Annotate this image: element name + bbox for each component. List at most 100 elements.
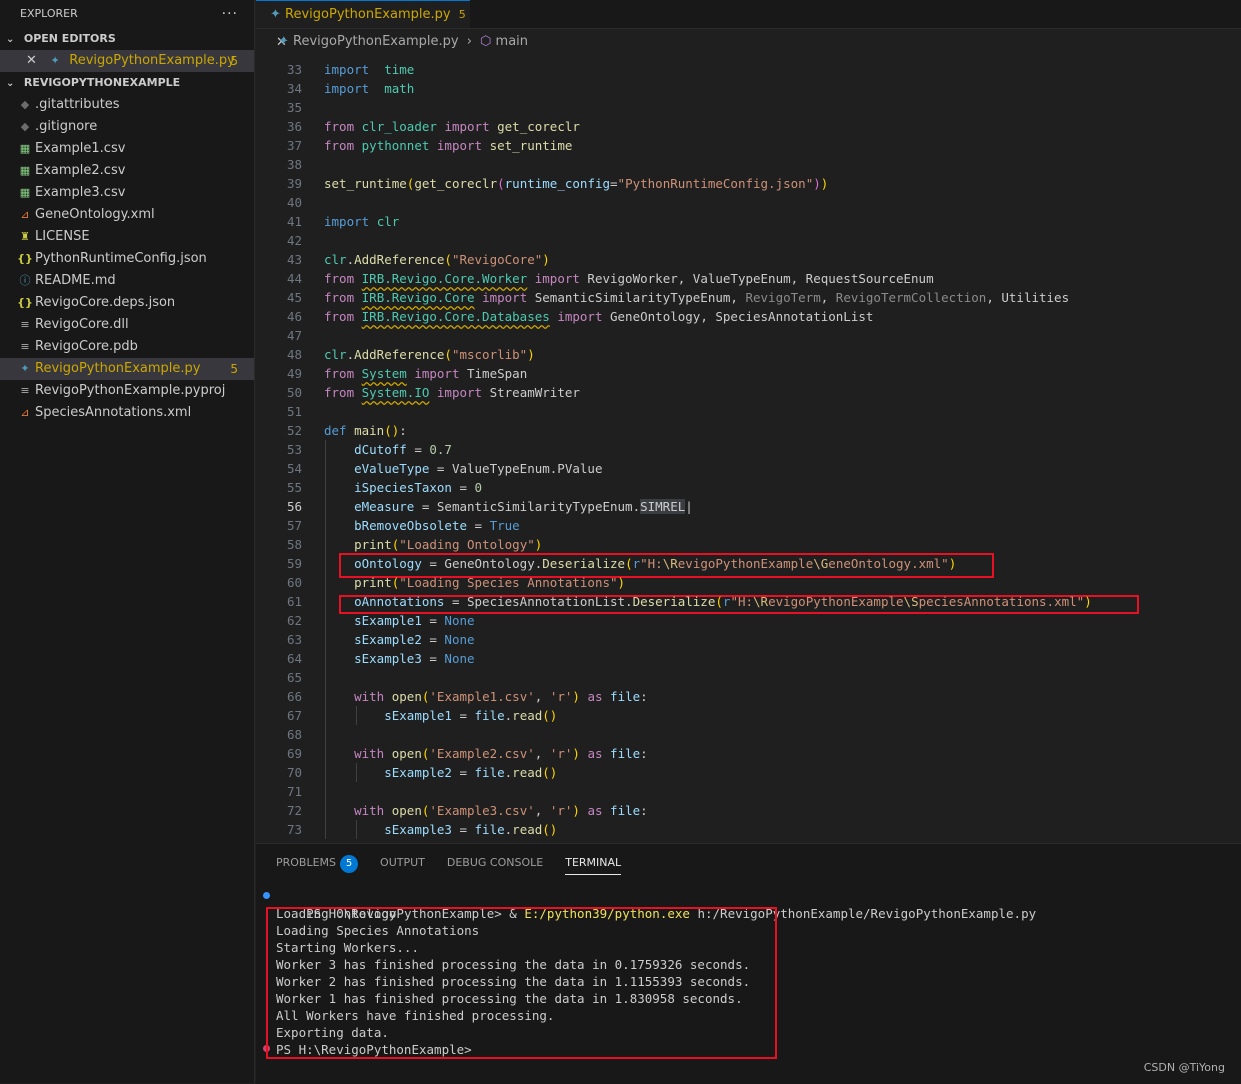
code-token: 'r' [549,689,573,704]
code-line: clr.AddReference("RevigoCore") [324,250,550,269]
file-item[interactable]: ⊿ SpeciesAnnotations.xml [0,402,254,424]
line-number: 69 [286,746,302,761]
code-token: = [421,613,445,628]
file-item[interactable]: ◆ .gitignore [0,116,254,138]
breadcrumb-symbol[interactable]: main [496,34,528,49]
code-token: pythonnet [361,138,430,153]
file-name: SpeciesAnnotations.xml [35,405,192,420]
code-token: read [512,708,543,723]
file-item[interactable]: ⊿ GeneOntology.xml [0,204,254,226]
code-token: "PythonRuntimeConfig.json" [617,176,814,191]
code-token: = [451,708,475,723]
prompt-status-icon [263,1045,270,1052]
open-editors-header[interactable]: ⌄ OPEN EDITORS [0,28,254,50]
code-line: from IRB.Revigo.Core.Worker import Revig… [324,269,934,288]
rss-icon: ⊿ [20,208,30,221]
file-item[interactable]: ≡ RevigoCore.pdb [0,336,254,358]
code-token: IRB.Revigo.Core.Worker [361,271,528,286]
code-line: sExample1 = None [324,611,474,630]
file-item[interactable]: ▦ Example2.csv [0,160,254,182]
panel-tab-output[interactable]: OUTPUT [380,854,425,874]
line-number: 44 [286,271,302,286]
code-token: clr [376,214,400,229]
file-name: .gitattributes [35,97,120,112]
code-token: System [361,366,407,381]
file-item[interactable]: {} PythonRuntimeConfig.json [0,248,254,270]
indent-guide [356,820,357,839]
code-editor[interactable]: 33 import time 34 import math 35 36 from clr_l… [256,55,1241,841]
file-item[interactable]: ⓘ README.md [0,270,254,292]
open-editor-item[interactable]: ✕ ✦ RevigoPythonExample.py 5 [0,50,254,72]
file-item[interactable]: ✦ RevigoPythonExample.py 5 [0,358,254,380]
code-line: sExample2 = None [324,630,474,649]
python-icon: ✦ [50,54,60,67]
file-name: RevigoCore.deps.json [35,295,176,310]
line-number: 55 [286,480,302,495]
code-token: import [414,366,460,381]
code-token: "Loading Species Annotations" [399,575,618,590]
file-item[interactable]: ≡ RevigoPythonExample.pyproj [0,380,254,402]
code-token: iSpeciesTaxon [354,480,452,495]
open-editor-name: RevigoPythonExample.py [69,53,235,68]
code-token: RevigoTerm [745,290,821,305]
file-item[interactable]: ▦ Example3.csv [0,182,254,204]
code-token: from [324,271,355,286]
code-token: = [451,480,475,495]
code-token: = SpeciesAnnotationList. [444,594,633,609]
code-token: = [451,822,475,837]
breadcrumb-file[interactable]: RevigoPythonExample.py [293,34,459,49]
editor-tab-active[interactable]: ✦ RevigoPythonExample.py 5 ✕ [256,0,470,50]
code-token: ) [813,176,821,191]
code-token: bRemoveObsolete [354,518,467,533]
git-icon: ◆ [20,98,30,111]
python-icon: ✦ [270,7,281,22]
project-folder-header[interactable]: ⌄ REVIGOPYTHONEXAMPLE [0,72,254,94]
code-token: 'Example3.csv' [429,803,535,818]
panel-tab-terminal[interactable]: TERMINAL [565,854,622,875]
line-number: 47 [286,328,302,343]
terminal-output-line: Worker 3 has finished processing the dat… [276,957,751,972]
code-token: "Loading Ontology" [399,537,535,552]
code-token: import [557,309,603,324]
code-token: ( [444,347,452,362]
command-status-icon [263,892,270,899]
line-number: 71 [286,784,302,799]
close-icon[interactable]: ✕ [26,50,42,72]
file-item[interactable]: ◆ .gitattributes [0,94,254,116]
code-token: with [354,746,385,761]
panel-tab-debug-console[interactable]: DEBUG CONSOLE [447,854,543,874]
file-item[interactable]: ♜ LICENSE [0,226,254,248]
code-token: System.IO [361,385,430,400]
code-token: open [391,803,422,818]
code-token: , [534,746,550,761]
code-token: file [610,689,641,704]
code-token: RevigoTermCollection [835,290,987,305]
file-item[interactable]: ≡ RevigoCore.dll [0,314,254,336]
code-token: \R [753,594,769,609]
more-actions-icon[interactable]: ··· [222,0,238,28]
tab-problem-count: 5 [458,8,466,21]
terminal-command-line: PS H:\RevigoPythonExample> & E:/python39… [276,888,1036,921]
panel-tab-problems[interactable]: PROBLEMS 5 [276,854,359,874]
code-token: open [391,746,422,761]
rss-icon: ⊿ [20,406,30,419]
line-number: 72 [286,803,302,818]
code-token: SIMREL [640,499,686,514]
code-line: eMeasure = SemanticSimilarityTypeEnum.SI… [324,497,693,516]
code-token: import [444,119,490,134]
file-item[interactable]: {} RevigoCore.deps.json [0,292,254,314]
file-item[interactable]: ▦ Example1.csv [0,138,254,160]
